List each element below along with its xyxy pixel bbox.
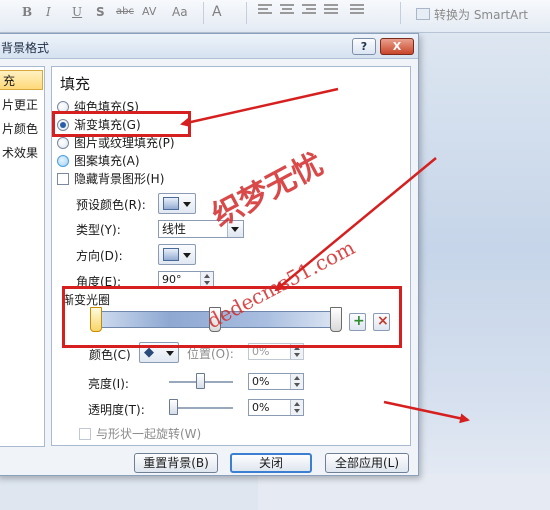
angle-value: 90° [162,273,182,286]
align-center-icon[interactable] [280,4,294,16]
watermark: 织梦无忧 dedecms51.com [193,147,363,333]
smartart-icon [416,8,430,20]
panel-title: 填充 [60,75,91,93]
chevron-down-icon [166,351,174,356]
bold-button[interactable]: B [22,3,32,21]
pattern-fill-label: 图案填充(A) [74,154,140,168]
rotate-with-shape-option[interactable]: 与形状一起旋转(W) [79,426,201,443]
brightness-value: 0% [252,375,270,388]
transparency-value: 0% [252,401,270,414]
slide-bottom-area [258,474,550,510]
rotate-with-shape-label: 与形状一起旋转(W) [96,427,202,441]
close-icon[interactable]: X [380,38,414,55]
brightness-spinner[interactable]: 0% [248,373,304,390]
align-right-icon[interactable] [302,4,316,16]
transparency-spinner[interactable]: 0% [248,399,304,416]
ribbon-separator [203,2,204,24]
justify-icon[interactable] [324,4,338,16]
font-color-button[interactable]: A [212,3,222,21]
italic-button[interactable]: I [46,3,51,21]
transparency-label: 透明度(T): [88,403,145,417]
hide-background-graphics[interactable]: 隐藏背景图形(H) [57,171,164,188]
nav-item-artistic-effects[interactable]: 术效果 [2,143,38,163]
radio-icon[interactable] [57,137,69,149]
preset-color-label: 预设颜色(R): [76,198,146,212]
highlight-box-gradient-fill [52,111,191,137]
shadow-button[interactable]: S [96,3,105,21]
spinner-arrows-icon[interactable] [290,400,303,415]
checkbox-icon[interactable] [79,428,91,440]
picture-fill-option[interactable]: 图片或纹理填充(P) [57,135,175,152]
ribbon-separator [400,2,401,24]
stop-color-label: 颜色(C) [89,348,131,362]
strikethrough-button[interactable]: abc [116,3,134,21]
brightness-slider-thumb[interactable] [196,373,205,389]
apply-to-all-button[interactable]: 全部应用(L) [325,453,409,473]
brightness-label: 亮度(I): [88,377,129,391]
slide-canvas [419,33,550,510]
close-button[interactable]: 关闭 [230,453,312,473]
nav-item-picture-corrections[interactable]: 片更正 [2,95,38,115]
watermark-url: dedecms51.com [203,235,359,334]
dialog-title: 背景格式 [1,41,50,55]
gradient-swatch-icon [163,197,179,210]
dialog-titlebar[interactable]: 背景格式 ? X [0,34,418,59]
picture-fill-label: 图片或纹理填充(P) [74,136,175,150]
preset-color-dropdown[interactable] [158,193,196,214]
direction-dropdown[interactable] [158,244,196,265]
reset-background-button[interactable]: 重置背景(B) [134,453,218,473]
category-nav: 充 片更正 片颜色 术效果 [0,66,45,447]
character-spacing-button[interactable]: AV [142,3,156,21]
underline-button[interactable]: U [72,3,82,21]
help-button[interactable]: ? [352,38,376,55]
nav-item-picture-color[interactable]: 片颜色 [2,119,38,139]
columns-icon[interactable] [350,4,364,16]
radio-icon[interactable] [57,155,69,167]
type-label: 类型(Y): [76,223,121,237]
type-value: 线性 [162,222,187,236]
direction-swatch-icon [163,248,179,261]
spinner-arrows-icon[interactable] [290,374,303,389]
hide-bg-label: 隐藏背景图形(H) [74,172,165,186]
chevron-down-icon [183,202,191,207]
align-left-icon[interactable] [258,4,272,16]
direction-label: 方向(D): [76,249,123,263]
transparency-slider-track[interactable] [169,407,233,409]
ribbon-separator [246,2,247,24]
chevron-down-icon [183,253,191,258]
checkbox-icon[interactable] [57,173,69,185]
nav-item-fill[interactable]: 充 [0,70,43,90]
transparency-slider-thumb[interactable] [169,399,178,415]
change-case-button[interactable]: Aa [172,3,188,21]
ribbon-toolbar: B I U S abc AV Aa A 转换为 SmartArt [0,0,550,33]
pattern-fill-option[interactable]: 图案填充(A) [57,153,140,170]
smartart-label: 转换为 SmartArt [434,8,528,22]
convert-smartart-button[interactable]: 转换为 SmartArt [416,6,528,24]
